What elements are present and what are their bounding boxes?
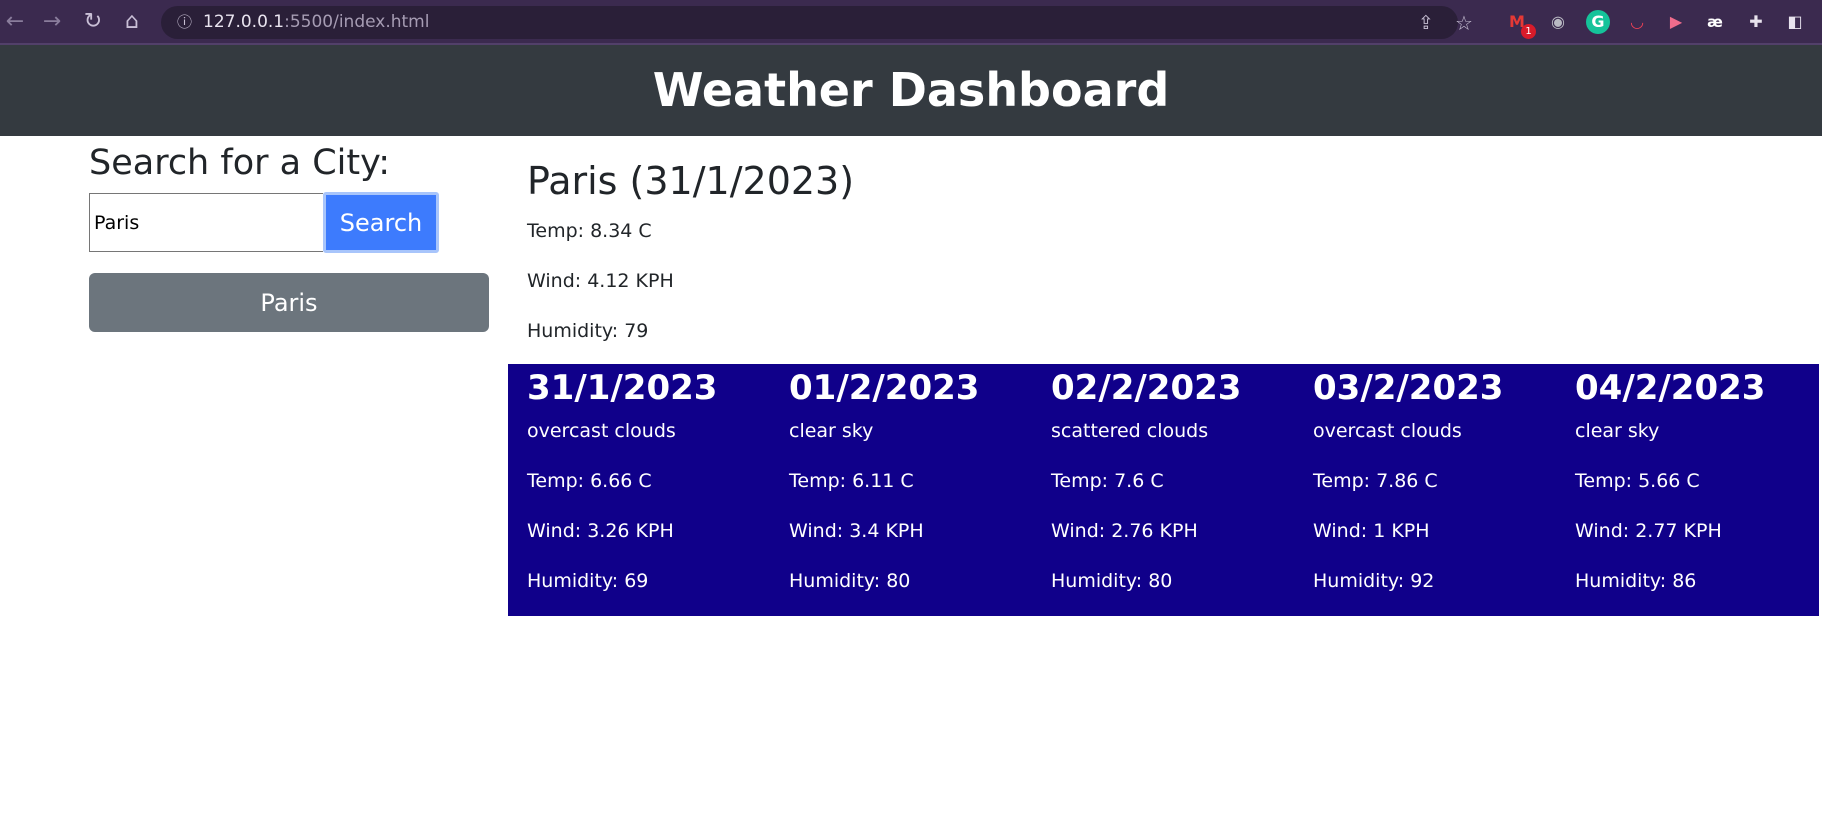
pocket-extension-icon[interactable]: ◡ — [1625, 10, 1649, 34]
forecast-description: overcast clouds — [1313, 420, 1462, 442]
forecast-wind: Wind: 3.4 KPH — [789, 520, 924, 542]
forecast-date: 02/2/2023 — [1051, 368, 1242, 408]
share-icon[interactable]: ⇪ — [1413, 10, 1439, 36]
forecast-date: 31/1/2023 — [527, 368, 718, 408]
current-humidity: Humidity: 79 — [527, 320, 649, 342]
forecast-date: 03/2/2023 — [1313, 368, 1504, 408]
current-wind: Wind: 4.12 KPH — [527, 270, 674, 292]
forecast-humidity: Humidity: 92 — [1313, 570, 1435, 592]
forecast-temp: Temp: 5.66 C — [1575, 470, 1700, 492]
forecast-day: 04/2/2023 clear sky Temp: 5.66 C Wind: 2… — [1556, 364, 1818, 616]
reload-icon[interactable]: ↻ — [78, 7, 108, 37]
forecast-day: 02/2/2023 scattered clouds Temp: 7.6 C W… — [1032, 364, 1294, 616]
search-heading: Search for a City: — [89, 143, 391, 183]
forecast-description: scattered clouds — [1051, 420, 1209, 442]
forecast-day: 03/2/2023 overcast clouds Temp: 7.86 C W… — [1294, 364, 1556, 616]
forecast-wind: Wind: 2.77 KPH — [1575, 520, 1722, 542]
forecast-day: 31/1/2023 overcast clouds Temp: 6.66 C W… — [508, 364, 770, 616]
home-icon[interactable]: ⌂ — [117, 7, 147, 37]
site-info-icon[interactable]: ⓘ — [175, 13, 194, 32]
forecast-description: overcast clouds — [527, 420, 676, 442]
current-temp: Temp: 8.34 C — [527, 220, 652, 242]
forecast-day: 01/2/2023 clear sky Temp: 6.11 C Wind: 3… — [770, 364, 1032, 616]
recorder-extension-icon[interactable]: ▶ — [1664, 10, 1688, 34]
forecast-humidity: Humidity: 69 — [527, 570, 649, 592]
browser-toolbar: ← → ↻ ⌂ ⓘ 127.0.0.1:5500/index.html ⇪ ☆ … — [0, 0, 1822, 45]
bookmark-star-icon[interactable]: ☆ — [1451, 10, 1477, 36]
forecast-description: clear sky — [1575, 420, 1660, 442]
address-bar[interactable]: ⓘ 127.0.0.1:5500/index.html ⇪ ☆ — [161, 6, 1473, 39]
forecast-humidity: Humidity: 80 — [789, 570, 911, 592]
forecast-date: 01/2/2023 — [789, 368, 980, 408]
forecast-wind: Wind: 3.26 KPH — [527, 520, 674, 542]
camera-extension-icon[interactable]: ◉ — [1546, 10, 1570, 34]
forecast-temp: Temp: 6.66 C — [527, 470, 652, 492]
back-arrow-icon[interactable]: ← — [0, 7, 30, 37]
page-title: Weather Dashboard — [652, 63, 1170, 117]
forecast-humidity: Humidity: 86 — [1575, 570, 1697, 592]
extensions-puzzle-icon[interactable]: ✚ — [1744, 10, 1768, 34]
history-city-button[interactable]: Paris — [89, 273, 489, 332]
forecast-temp: Temp: 6.11 C — [789, 470, 914, 492]
city-search-input[interactable] — [89, 193, 323, 252]
forecast-date: 04/2/2023 — [1575, 368, 1766, 408]
url-path: :5500/index.html — [284, 12, 430, 32]
address-url: 127.0.0.1:5500/index.html — [203, 12, 429, 32]
forecast-temp: Temp: 7.86 C — [1313, 470, 1438, 492]
current-city-title: Paris (31/1/2023) — [527, 159, 855, 203]
forecast-wind: Wind: 1 KPH — [1313, 520, 1430, 542]
forecast-panel: 31/1/2023 overcast clouds Temp: 6.66 C W… — [508, 364, 1819, 616]
app-header: Weather Dashboard — [0, 45, 1822, 136]
url-host: 127.0.0.1 — [203, 12, 285, 32]
forecast-temp: Temp: 7.6 C — [1051, 470, 1164, 492]
forecast-description: clear sky — [789, 420, 874, 442]
dictionary-extension-icon[interactable]: æ — [1703, 10, 1727, 34]
forecast-humidity: Humidity: 80 — [1051, 570, 1173, 592]
side-panel-icon[interactable]: ◧ — [1783, 10, 1807, 34]
search-button[interactable]: Search — [323, 192, 439, 253]
gmail-badge: 1 — [1521, 24, 1536, 39]
grammarly-extension-icon[interactable]: G — [1586, 10, 1610, 34]
forward-arrow-icon[interactable]: → — [37, 7, 67, 37]
forecast-wind: Wind: 2.76 KPH — [1051, 520, 1198, 542]
